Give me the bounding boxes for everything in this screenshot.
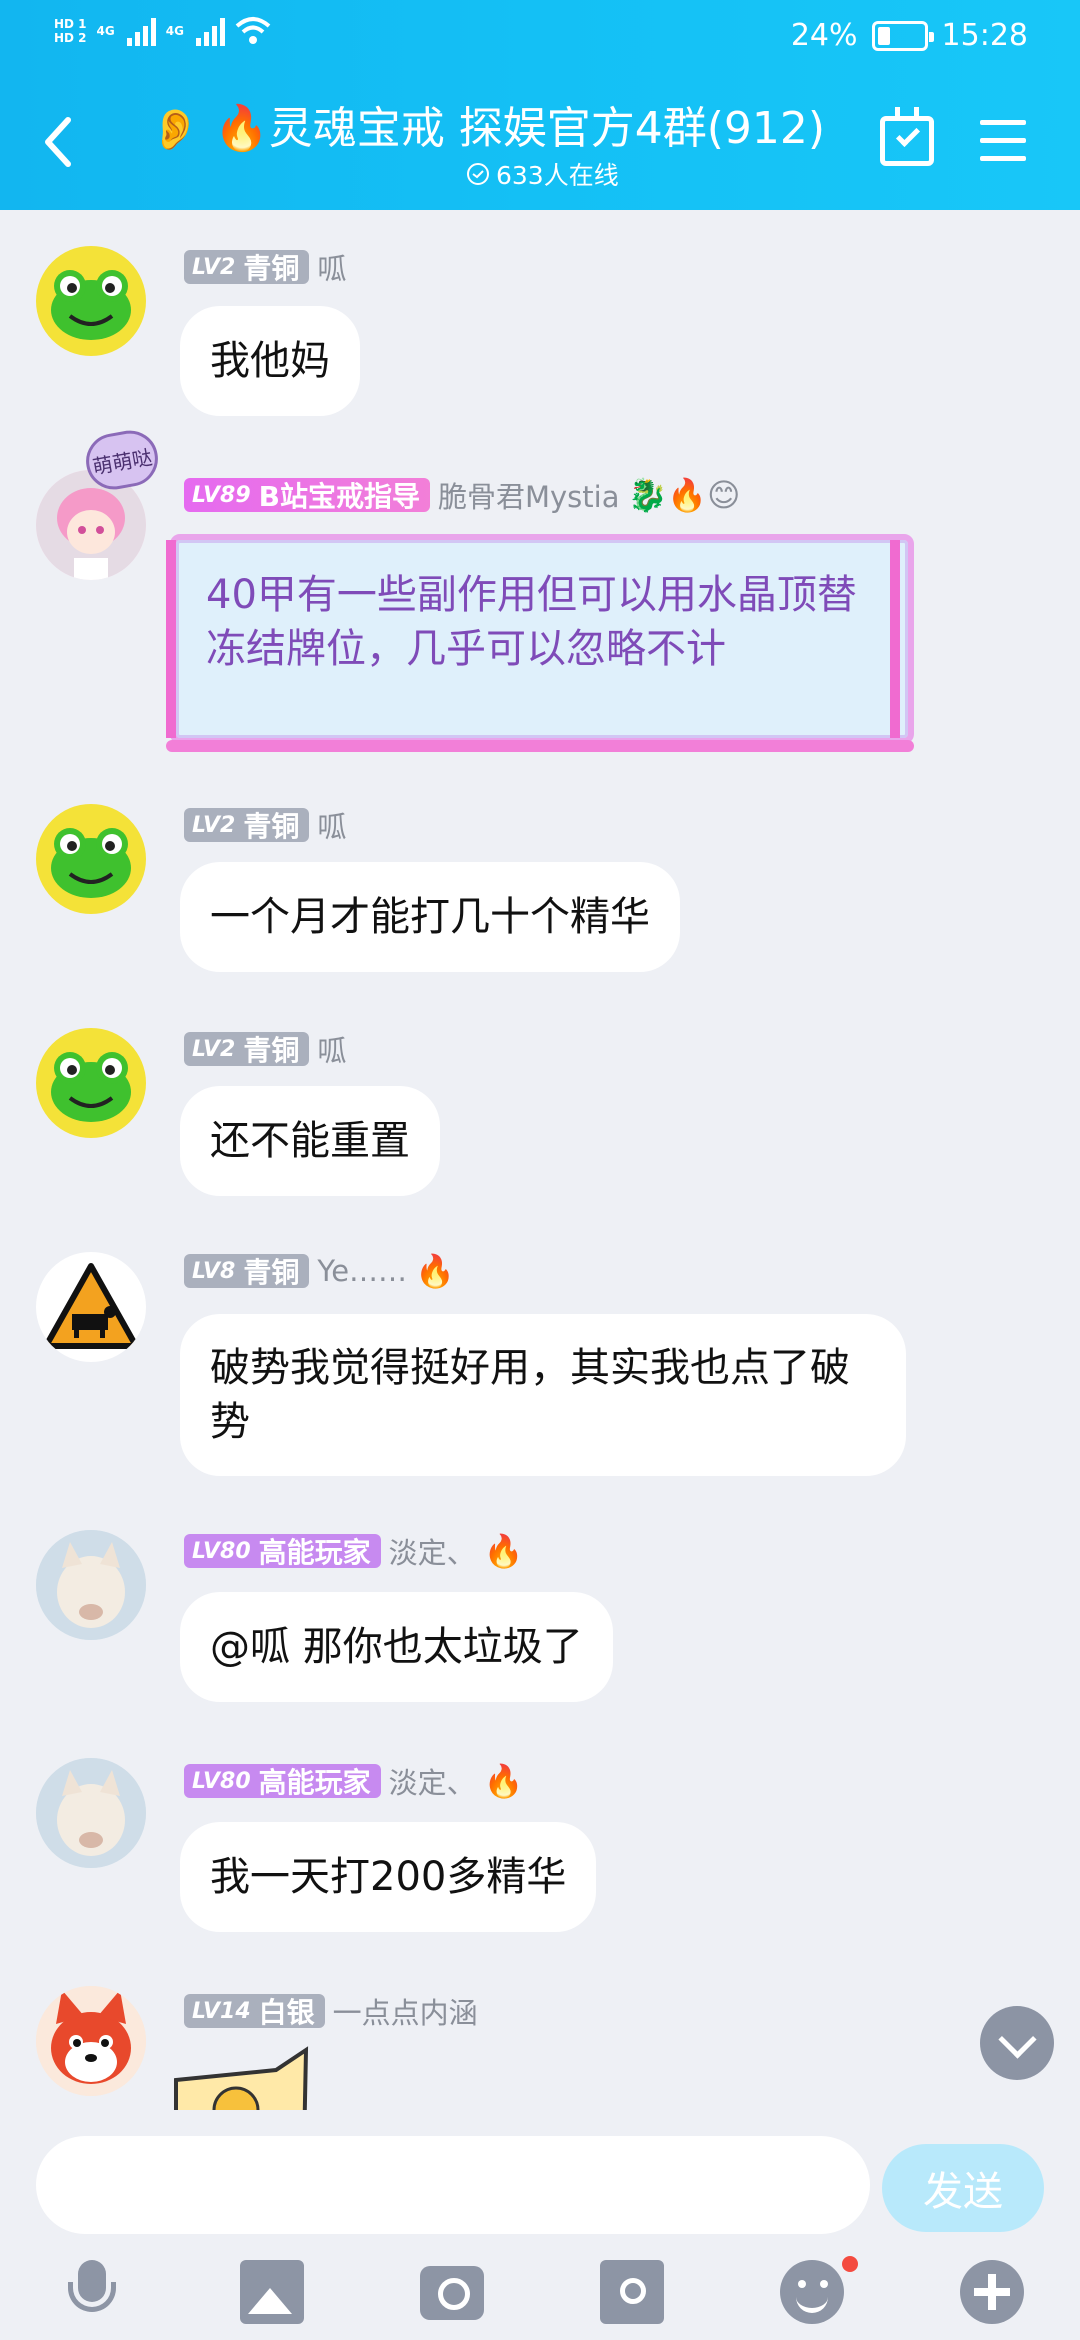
sender-name[interactable]: 淡定、 [389,1760,476,1802]
sender-emoji-badges: 🐉🔥😊 [627,476,741,514]
avatar-cat[interactable] [36,1530,146,1640]
red-packet-icon[interactable] [600,2260,664,2324]
level-badge: LV89 B站宝戒指导 [184,478,430,513]
network-type-1: 4G [96,24,115,38]
calendar-check-icon[interactable] [880,107,934,166]
level-badge: LV14 白银 [184,1994,325,2029]
sender-name[interactable]: 淡定、 [389,1530,476,1572]
sender-name[interactable]: 脆骨君Mystia [438,474,620,516]
menu-icon[interactable] [980,120,1026,174]
avatar-cow-sign[interactable] [36,1252,146,1362]
scroll-to-bottom-button[interactable] [980,2006,1054,2080]
message-meta: LV2 青铜 呱 [184,246,346,288]
camera-icon[interactable] [420,2266,484,2320]
battery-percent: 24% [790,18,858,53]
sender-emoji-badges: 🔥 [483,1532,524,1570]
hd1-label: HD 1 [54,17,87,31]
avatar-frog[interactable] [36,1028,146,1138]
signal-icon [126,16,156,46]
avatar-frog[interactable] [36,804,146,914]
hd2-label: HD 2 [54,31,87,45]
sender-emoji-badges: 🔥 [483,1762,524,1800]
message-input[interactable] [36,2136,870,2234]
level-badge: LV2 青铜 [184,250,310,285]
battery-icon [871,20,934,51]
message-meta: LV14 白银 一点点内涵 [184,1990,478,2032]
microphone-icon[interactable] [60,2260,124,2324]
sender-name[interactable]: Ye…… [317,1254,407,1288]
message-meta: LV8 青铜 Ye…… 🔥 [184,1252,455,1290]
wifi-icon [235,17,271,44]
back-arrow-icon[interactable] [38,112,78,172]
signal-group: HD 1 HD 2 4G 4G [54,16,271,46]
bubble-decoration [166,740,914,752]
online-count-text: 633人在线 [496,161,619,190]
status-bar: HD 1 HD 2 4G 4G 24% 15:28 [0,0,1080,72]
avatar-fox[interactable] [36,1986,146,2096]
avatar-cat[interactable] [36,1758,146,1868]
level-badge: LV2 青铜 [184,808,310,843]
message-bubble[interactable]: 还不能重置 [180,1086,440,1196]
message-bubble[interactable]: 一个月才能打几十个精华 [180,862,680,972]
image-icon[interactable] [240,2260,304,2324]
online-check-icon [467,163,489,185]
message-meta: LV80 高能玩家 淡定、 🔥 [184,1530,524,1572]
status-right: 24% 15:28 [791,18,1028,53]
message-bubble[interactable]: 我他妈 [180,306,360,416]
plus-icon[interactable] [960,2260,1024,2324]
level-badge: LV80 高能玩家 [184,1764,381,1799]
group-title[interactable]: 🔥灵魂宝戒 探娱官方4群(912) [214,92,825,156]
avatar-frog[interactable] [36,246,146,356]
message-meta: LV2 青铜 呱 [184,804,346,846]
emoji-icon[interactable] [780,2260,844,2324]
message-bubble[interactable]: @呱 那你也太垃圾了 [180,1592,613,1702]
chat-header: HD 1 HD 2 4G 4G 24% 15:28 👂 🔥灵魂宝戒 探娱官方4群… [0,0,1080,210]
clock: 15:28 [941,18,1028,53]
online-count: 633人在线 [466,156,619,192]
notification-dot [842,2256,858,2272]
sim-labels: HD 1 HD 2 [54,17,87,45]
signal-icon-2 [195,16,225,46]
toolbar [0,2260,1080,2340]
sender-name[interactable]: 呱 [317,804,346,846]
level-badge: LV2 青铜 [184,1032,310,1067]
sender-name[interactable]: 呱 [317,246,346,288]
sender-name[interactable]: 呱 [317,1028,346,1070]
network-type-2: 4G [165,24,184,38]
send-button[interactable]: 发送 [882,2144,1044,2232]
message-bubble-special[interactable]: 40甲有一些副作用但可以用水晶顶替冻结牌位，几乎可以忽略不计 [166,534,914,752]
ear-icon[interactable]: 👂 [150,106,200,153]
level-badge: LV8 青铜 [184,1254,310,1289]
message-bubble[interactable]: 破势我觉得挺好用，其实我也点了破势 [180,1314,906,1476]
message-meta: LV80 高能玩家 淡定、 🔥 [184,1760,524,1802]
level-badge: LV80 高能玩家 [184,1534,381,1569]
sender-name[interactable]: 一点点内涵 [333,1990,478,2032]
sender-emoji-badges: 🔥 [415,1252,455,1290]
message-text: 40甲有一些副作用但可以用水晶顶替冻结牌位，几乎可以忽略不计 [206,572,857,672]
message-meta: LV89 B站宝戒指导 脆骨君Mystia 🐉🔥😊 [184,474,741,516]
message-bubble[interactable]: 我一天打200多精华 [180,1822,597,1932]
sticker-image[interactable] [166,2040,316,2110]
input-bar: 发送 [0,2120,1080,2340]
message-meta: LV2 青铜 呱 [184,1028,346,1070]
